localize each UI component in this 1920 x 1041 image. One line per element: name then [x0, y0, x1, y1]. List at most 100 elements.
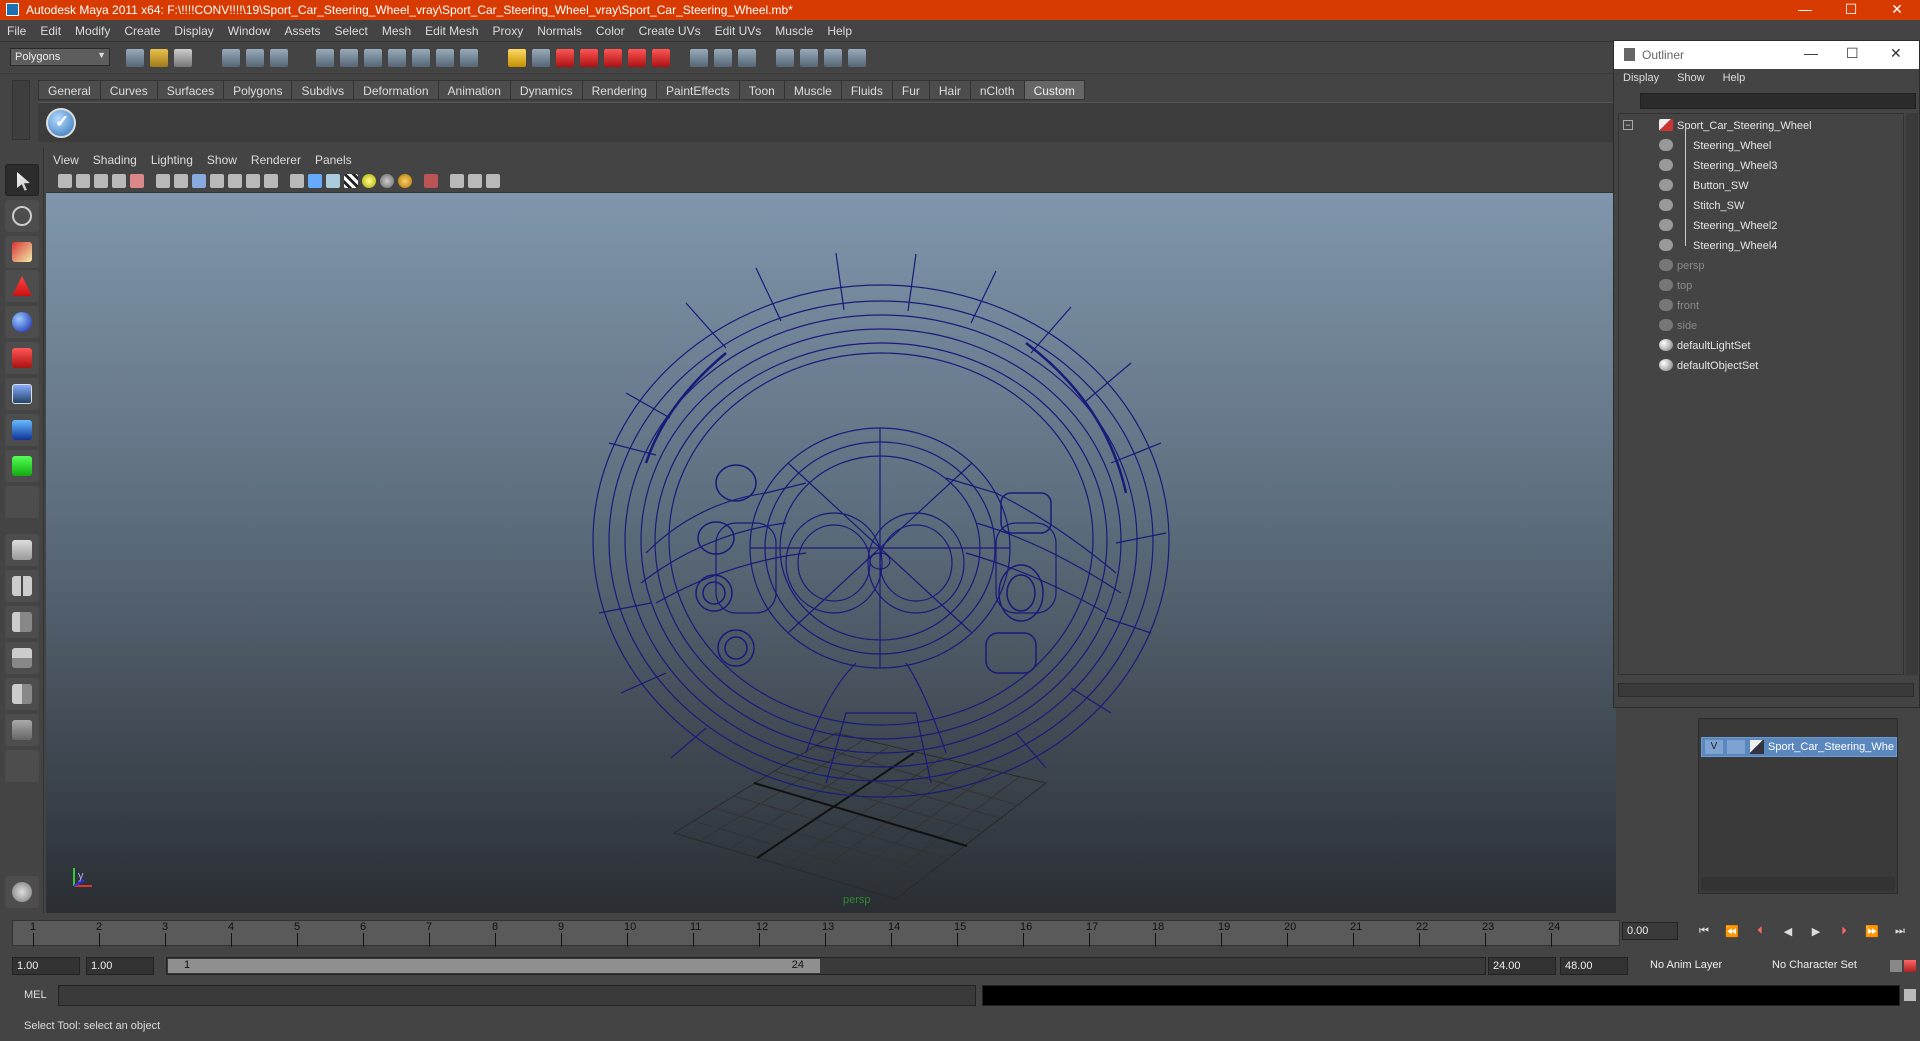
command-language-label[interactable]: MEL: [24, 989, 47, 1001]
grid-toggle-icon[interactable]: [156, 174, 170, 188]
play-backwards-button[interactable]: ◀: [1780, 925, 1796, 939]
outliner-item[interactable]: Steering_Wheel2: [1619, 216, 1903, 236]
maximize-button[interactable]: ☐: [1828, 0, 1874, 20]
xray-icon[interactable]: [450, 174, 464, 188]
layout-persp-trax-button[interactable]: [5, 714, 39, 746]
collapse-icon[interactable]: −: [1623, 120, 1633, 130]
outliner-item[interactable]: Steering_Wheel: [1619, 136, 1903, 156]
save-scene-icon[interactable]: [174, 49, 192, 67]
outliner-close-button[interactable]: ✕: [1890, 45, 1902, 62]
rotate-tool-button[interactable]: [5, 306, 39, 338]
high-quality-lighting-icon[interactable]: [398, 174, 412, 188]
menu-modify[interactable]: Modify: [68, 20, 117, 38]
outliner-item[interactable]: Stitch_SW: [1619, 196, 1903, 216]
lasso-tool-button[interactable]: [5, 200, 39, 232]
shelf-tab-animation[interactable]: Animation: [437, 80, 511, 100]
xray-components-icon[interactable]: [486, 174, 500, 188]
shelf-tab-surfaces[interactable]: Surfaces: [156, 80, 225, 100]
universal-manipulator-button[interactable]: [5, 378, 39, 410]
soft-mod-tool-button[interactable]: [5, 414, 39, 446]
outliner-vertical-scrollbar[interactable]: [1906, 113, 1918, 675]
outliner-minimize-button[interactable]: —: [1804, 45, 1818, 61]
minimize-button[interactable]: —: [1782, 0, 1828, 20]
bookmark-icon[interactable]: [94, 174, 108, 188]
show-channel-box-icon[interactable]: [738, 49, 756, 67]
snap-curve-icon[interactable]: [340, 49, 358, 67]
safe-action-icon[interactable]: [246, 174, 260, 188]
construction-history-icon[interactable]: [508, 49, 526, 67]
shelf-tab-ncloth[interactable]: nCloth: [969, 80, 1025, 100]
auto-key-icon[interactable]: [1904, 960, 1916, 972]
select-camera-icon[interactable]: [58, 174, 72, 188]
outliner-item[interactable]: side: [1619, 316, 1903, 336]
snap-grid-icon[interactable]: [316, 49, 334, 67]
camera-attributes-icon[interactable]: [76, 174, 90, 188]
outliner-menu-help[interactable]: Help: [1714, 69, 1755, 84]
menu-file[interactable]: File: [0, 20, 33, 38]
outliner-menu-show[interactable]: Show: [1668, 69, 1714, 84]
input-output-icon[interactable]: [460, 49, 478, 67]
animation-start-field[interactable]: 1.00: [12, 957, 80, 975]
time-slider-track[interactable]: 1 2 3 4 5 6 7 8 9 10 11 12 13 14 15 16 17 18 19 20 21 22 23 24: [12, 920, 1620, 947]
wireframe-on-shaded-icon[interactable]: [326, 174, 340, 188]
scale-tool-button[interactable]: [5, 342, 39, 374]
outliner-item[interactable]: persp: [1619, 256, 1903, 276]
shelf-tab-painteffects[interactable]: PaintEffects: [655, 80, 740, 100]
film-gate-icon[interactable]: [174, 174, 188, 188]
smooth-shade-icon[interactable]: [308, 174, 322, 188]
layer-visibility-toggle[interactable]: V: [1705, 740, 1723, 754]
play-forwards-button[interactable]: ▶: [1808, 925, 1824, 939]
outliner-item[interactable]: Button_SW: [1619, 176, 1903, 196]
field-chart-icon[interactable]: [228, 174, 242, 188]
shelf-tab-fluids[interactable]: Fluids: [840, 80, 893, 100]
shelf-tab-hair[interactable]: Hair: [928, 80, 971, 100]
menu-assets[interactable]: Assets: [277, 20, 327, 38]
menu-edit[interactable]: Edit: [33, 20, 68, 38]
snap-point-icon[interactable]: [364, 49, 382, 67]
grease-pencil-icon[interactable]: [130, 174, 144, 188]
snap-view-plane-icon[interactable]: [388, 49, 406, 67]
key-icon[interactable]: [1890, 960, 1902, 972]
go-to-start-button[interactable]: ⏮: [1696, 925, 1712, 939]
layout-four-icon[interactable]: [800, 49, 818, 67]
move-tool-button[interactable]: [5, 270, 39, 302]
outliner-horizontal-scrollbar[interactable]: [1618, 683, 1914, 697]
menu-muscle[interactable]: Muscle: [768, 20, 820, 38]
shelf-tab-dynamics[interactable]: Dynamics: [509, 80, 583, 100]
shelf-tab-toon[interactable]: Toon: [738, 80, 785, 100]
outliner-item[interactable]: Steering_Wheel3: [1619, 156, 1903, 176]
gate-mask-icon[interactable]: [210, 174, 224, 188]
animation-end-field[interactable]: 48.00: [1560, 957, 1628, 975]
step-back-key-button[interactable]: ⏪: [1724, 925, 1740, 939]
show-attribute-editor-icon[interactable]: [690, 49, 708, 67]
panel-menu-renderer[interactable]: Renderer: [244, 149, 308, 167]
paint-select-tool-button[interactable]: [5, 236, 39, 268]
menu-help[interactable]: Help: [820, 20, 859, 38]
show-manipulator-button[interactable]: [5, 450, 39, 482]
image-plane-icon[interactable]: [112, 174, 126, 188]
render-globals-icon[interactable]: [652, 49, 670, 67]
ipr-render-icon[interactable]: [580, 49, 598, 67]
new-scene-icon[interactable]: [126, 49, 144, 67]
checkmark-icon[interactable]: ✓: [46, 108, 76, 138]
character-set-dropdown[interactable]: No Character Set: [1768, 957, 1884, 975]
layer-playback-toggle[interactable]: [1727, 740, 1745, 754]
textured-icon[interactable]: [344, 174, 358, 188]
resolution-gate-icon[interactable]: [192, 174, 206, 188]
step-back-frame-button[interactable]: ⏴: [1752, 925, 1768, 939]
step-forward-frame-button[interactable]: ⏵: [1836, 925, 1852, 939]
shelf-tab-fur[interactable]: Fur: [891, 80, 930, 100]
playback-start-field[interactable]: 1.00: [86, 957, 154, 975]
outliner-item[interactable]: − Sport_Car_Steering_Wheel: [1619, 116, 1903, 136]
perspective-viewport[interactable]: y persp: [46, 193, 1616, 913]
layout-persp-graph-icon[interactable]: [848, 49, 866, 67]
display-layer-row[interactable]: V Sport_Car_Steering_Whe: [1701, 737, 1897, 757]
time-slider[interactable]: 1 2 3 4 5 6 7 8 9 10 11 12 13 14 15 16 17 18 19 20 21 22 23 24 …: [0, 914, 1920, 950]
menu-color[interactable]: Color: [589, 20, 632, 38]
show-tool-settings-icon[interactable]: [714, 49, 732, 67]
menu-create-uvs[interactable]: Create UVs: [632, 20, 708, 38]
outliner-item[interactable]: front: [1619, 296, 1903, 316]
go-to-end-button[interactable]: ⏭: [1892, 925, 1908, 939]
isolate-select-icon[interactable]: [424, 174, 438, 188]
render-current-frame-icon[interactable]: [556, 49, 574, 67]
